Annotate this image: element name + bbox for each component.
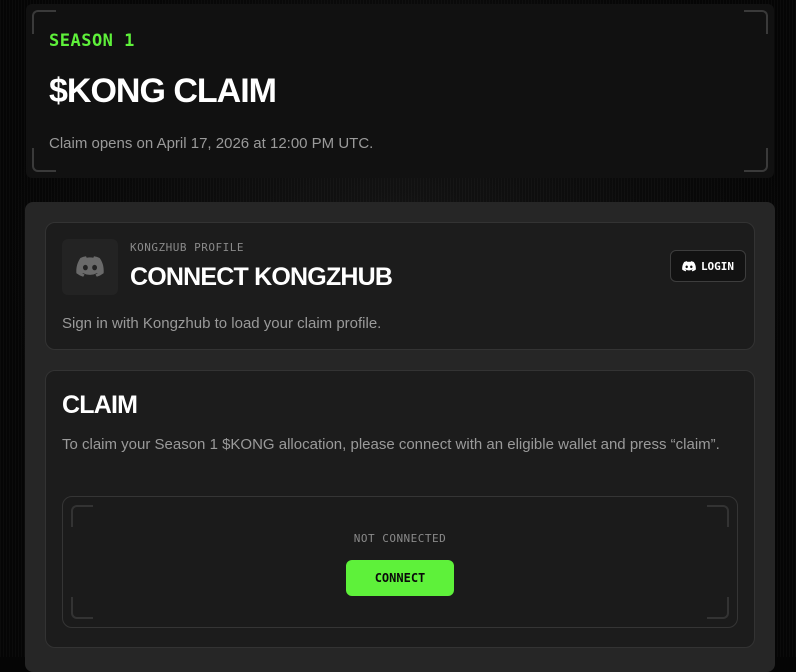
wallet-status: NOT CONNECTED [353, 532, 447, 545]
profile-card: KONGZHUB PROFILE CONNECT KONGZHUB LOGIN … [45, 222, 755, 350]
profile-description: Sign in with Kongzhub to load your claim… [62, 315, 382, 332]
claim-title: CLAIM [62, 391, 138, 419]
corner-decoration [744, 10, 768, 34]
corner-decoration [71, 505, 93, 527]
season-label: SEASON 1 [49, 31, 135, 51]
connect-wallet-button[interactable]: CONNECT [346, 560, 454, 596]
main-panel: KONGZHUB PROFILE CONNECT KONGZHUB LOGIN … [25, 202, 775, 672]
page-title: $KONG CLAIM [49, 72, 277, 110]
discord-icon [76, 256, 104, 277]
corner-decoration [744, 148, 768, 172]
login-button-label: LOGIN [700, 259, 735, 273]
profile-title: CONNECT KONGZHUB [130, 263, 393, 291]
claim-open-date: Claim opens on April 17, 2026 at 12:00 P… [49, 135, 374, 152]
discord-icon [682, 260, 696, 271]
claim-card: CLAIM To claim your Season 1 $KONG alloc… [45, 370, 755, 648]
wallet-connect-box: NOT CONNECTED CONNECT [62, 496, 738, 628]
corner-decoration [707, 597, 729, 619]
corner-decoration [71, 597, 93, 619]
login-button[interactable]: LOGIN [670, 250, 746, 282]
corner-decoration [707, 505, 729, 527]
hero-card: SEASON 1 $KONG CLAIM Claim opens on Apri… [26, 4, 774, 178]
profile-kicker: KONGZHUB PROFILE [130, 241, 244, 254]
profile-avatar [62, 239, 118, 295]
claim-description: To claim your Season 1 $KONG allocation,… [62, 436, 720, 453]
